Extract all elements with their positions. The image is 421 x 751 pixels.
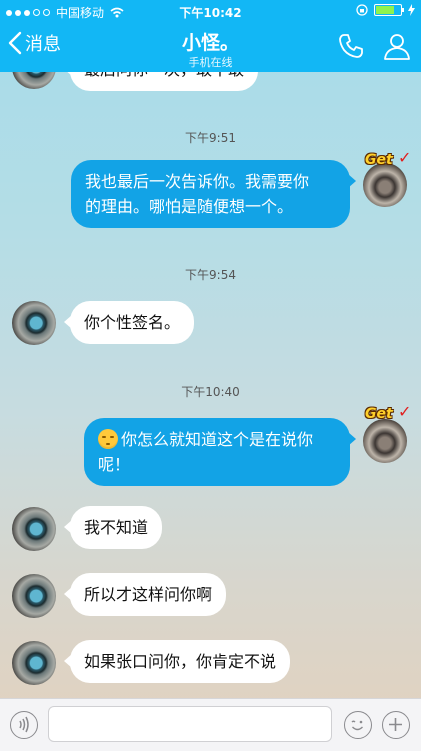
message-timestamp: 下午9:54 — [185, 268, 236, 282]
rotation-lock-icon — [356, 4, 368, 16]
outgoing-message[interactable]: 你怎么就知道这个是在说你 呢！ — [84, 418, 356, 486]
message-input[interactable] — [48, 706, 332, 742]
message-line: 我也最后一次告诉你。我需要你 — [85, 172, 310, 191]
add-button[interactable] — [382, 711, 410, 739]
contact-avatar[interactable] — [12, 72, 56, 89]
message-text: 你怎么就知道这个是在说你 — [121, 430, 314, 449]
user-avatar[interactable] — [363, 419, 407, 463]
app-header: 中国移动 下午10:42 消息 小怪。 手机在线 — [0, 0, 421, 72]
incoming-message[interactable]: 如果张口问你，你肯定不说 — [63, 640, 291, 683]
battery-icon — [374, 4, 404, 16]
incoming-message[interactable]: 所以才这样问你啊 — [63, 573, 227, 616]
outgoing-message[interactable]: 我也最后一次告诉你。我需要你 的理由。哪怕是随便想一个。 — [71, 160, 356, 228]
check-icon: ✓ — [398, 402, 412, 421]
phone-call-icon[interactable] — [337, 32, 365, 60]
voice-button[interactable] — [10, 711, 38, 739]
message-line: 的理由。哪怕是随便想一个。 — [85, 197, 294, 216]
chat-area[interactable]: 最后问你一次，敢不敢 下午9:51 我也最后一次告诉你。我需要你 的理由。哪怕是… — [0, 72, 421, 698]
incoming-message[interactable]: 你个性签名。 — [63, 301, 195, 344]
message-line: 呢！ — [98, 455, 131, 474]
plus-icon — [389, 718, 402, 731]
contact-avatar[interactable] — [12, 641, 56, 685]
user-avatar[interactable] — [363, 163, 407, 207]
profile-icon[interactable] — [382, 32, 412, 60]
message-timestamp: 下午9:51 — [185, 131, 236, 145]
incoming-message[interactable]: 我不知道 — [63, 506, 163, 549]
emoji-button[interactable] — [344, 711, 372, 739]
contact-avatar[interactable] — [12, 301, 56, 345]
check-icon: ✓ — [398, 148, 412, 167]
message-line: 你怎么就知道这个是在说你 — [98, 427, 336, 452]
status-right — [356, 4, 415, 16]
get-badge: Get — [365, 406, 393, 422]
smiley-icon — [351, 720, 363, 731]
sad-face-icon — [98, 429, 118, 449]
get-badge: Get — [365, 152, 393, 168]
message-timestamp: 下午10:40 — [181, 385, 240, 399]
nav-bar: 消息 小怪。 手机在线 — [0, 22, 421, 72]
contact-avatar[interactable] — [12, 507, 56, 551]
charging-icon — [408, 4, 415, 16]
incoming-message[interactable]: 最后问你一次，敢不敢 — [63, 72, 259, 91]
voice-icon — [19, 716, 29, 733]
status-bar: 中国移动 下午10:42 — [0, 0, 421, 22]
input-bar — [0, 698, 421, 751]
contact-avatar[interactable] — [12, 574, 56, 618]
